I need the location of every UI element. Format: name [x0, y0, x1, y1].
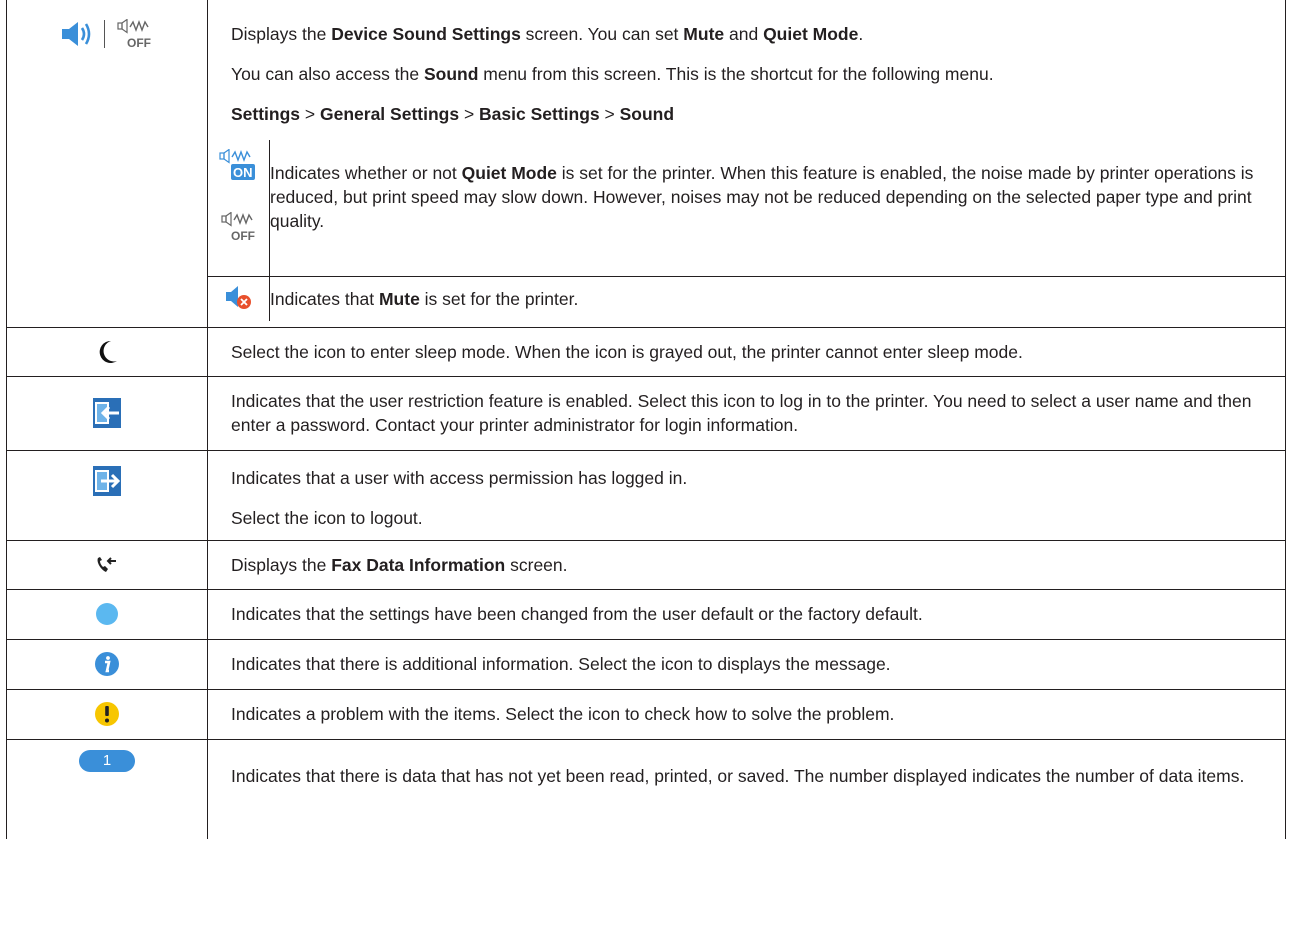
fax-data-icon [97, 556, 116, 572]
table-row-problem: Indicates a problem with the items. Sele… [6, 688, 1286, 740]
table-row-unread: 1 Indicates that there is data that has … [6, 738, 1286, 839]
icon-cell-sound: OFF [6, 0, 208, 328]
text-cell-changed: Indicates that the settings have been ch… [207, 588, 1286, 640]
icon-reference-table: OFF Displays the Device Sound Settings s… [6, 0, 1286, 839]
blue-dot-icon [96, 603, 118, 625]
table-row-sleep: Select the icon to enter sleep mode. Whe… [6, 326, 1286, 377]
text-cell-logout: Indicates that a user with access permis… [207, 449, 1286, 541]
icon-cell-sleep [6, 326, 208, 377]
text-cell-sound: Displays the Device Sound Settings scree… [207, 0, 1286, 328]
icon-cell-logout [6, 449, 208, 541]
table-row-login: Indicates that the user restriction feat… [6, 375, 1286, 451]
logout-icon [93, 465, 121, 496]
text-cell-fax: Displays the Fax Data Information screen… [207, 539, 1286, 590]
sub-text-cell-quiet: Indicates whether or not Quiet Mode is s… [269, 140, 1285, 277]
icon-cell-changed [6, 588, 208, 640]
changed-description: Indicates that the settings have been ch… [231, 604, 923, 624]
sound-line-2: You can also access the Sound menu from … [231, 64, 994, 84]
quiet-mode-off-icon: OFF [220, 211, 255, 243]
sub-icon-cell-quiet: ON OFF [208, 140, 270, 277]
sub-row-quiet-mode: ON OFF Indicates whether or not Quiet Mo… [208, 140, 1285, 277]
on-label: ON [233, 165, 253, 180]
icon-reference-table-page: OFF Displays the Device Sound Settings s… [0, 0, 1293, 929]
table-row-fax: Displays the Fax Data Information screen… [6, 539, 1286, 590]
icon-cell-problem [6, 688, 208, 740]
table-row-changed: Indicates that the settings have been ch… [6, 588, 1286, 640]
mute-description: Indicates that Mute is set for the print… [270, 288, 579, 309]
sound-line-1: Displays the Device Sound Settings scree… [231, 24, 864, 44]
text-cell-info: Indicates that there is additional infor… [207, 638, 1286, 690]
table-row-logout: Indicates that a user with access permis… [6, 449, 1286, 541]
off-label: OFF [127, 36, 151, 49]
count-badge-number: 1 [102, 752, 112, 769]
text-cell-login: Indicates that the user restriction feat… [207, 375, 1286, 451]
moon-icon [99, 340, 117, 363]
menu-path: Settings > General Settings > Basic Sett… [231, 104, 675, 124]
mute-icon [225, 286, 251, 310]
icon-cell-info [6, 638, 208, 690]
icon-cell-login [6, 375, 208, 451]
quiet-mode-on-icon: ON [218, 148, 255, 180]
count-badge-icon: 1 [79, 749, 135, 772]
info-description: Indicates that there is additional infor… [231, 654, 891, 674]
divider [103, 20, 105, 48]
problem-description: Indicates a problem with the items. Sele… [231, 704, 895, 724]
unread-description: Indicates that there is data that has no… [231, 765, 1245, 786]
logout-line-1: Indicates that a user with access permis… [231, 467, 688, 488]
logout-line-2: Select the icon to logout. [231, 507, 423, 528]
table-row-sound: OFF Displays the Device Sound Settings s… [6, 0, 1286, 328]
login-icon [93, 398, 121, 428]
login-description: Indicates that the user restriction feat… [231, 391, 1252, 435]
table-row-info: Indicates that there is additional infor… [6, 638, 1286, 690]
sound-sub-table: ON OFF Indicates whether or not Quiet Mo… [208, 140, 1285, 321]
info-icon [95, 652, 119, 676]
off-label: OFF [231, 229, 255, 242]
speaker-icon [61, 22, 90, 46]
quiet-mode-description: Indicates whether or not Quiet Mode is s… [270, 163, 1254, 231]
warning-icon [95, 702, 119, 726]
sub-text-cell-mute: Indicates that Mute is set for the print… [269, 276, 1285, 321]
sub-row-mute: Indicates that Mute is set for the print… [208, 276, 1285, 321]
icon-cell-fax [6, 539, 208, 590]
text-cell-problem: Indicates a problem with the items. Sele… [207, 688, 1286, 740]
quiet-mode-off-icon: OFF [116, 19, 151, 49]
text-cell-unread: Indicates that there is data that has no… [207, 738, 1286, 839]
fax-description: Displays the Fax Data Information screen… [231, 554, 568, 575]
sleep-description: Select the icon to enter sleep mode. Whe… [231, 341, 1023, 362]
text-cell-sleep: Select the icon to enter sleep mode. Whe… [207, 326, 1286, 377]
sub-icon-cell-mute [208, 276, 270, 321]
icon-cell-unread: 1 [6, 738, 208, 839]
